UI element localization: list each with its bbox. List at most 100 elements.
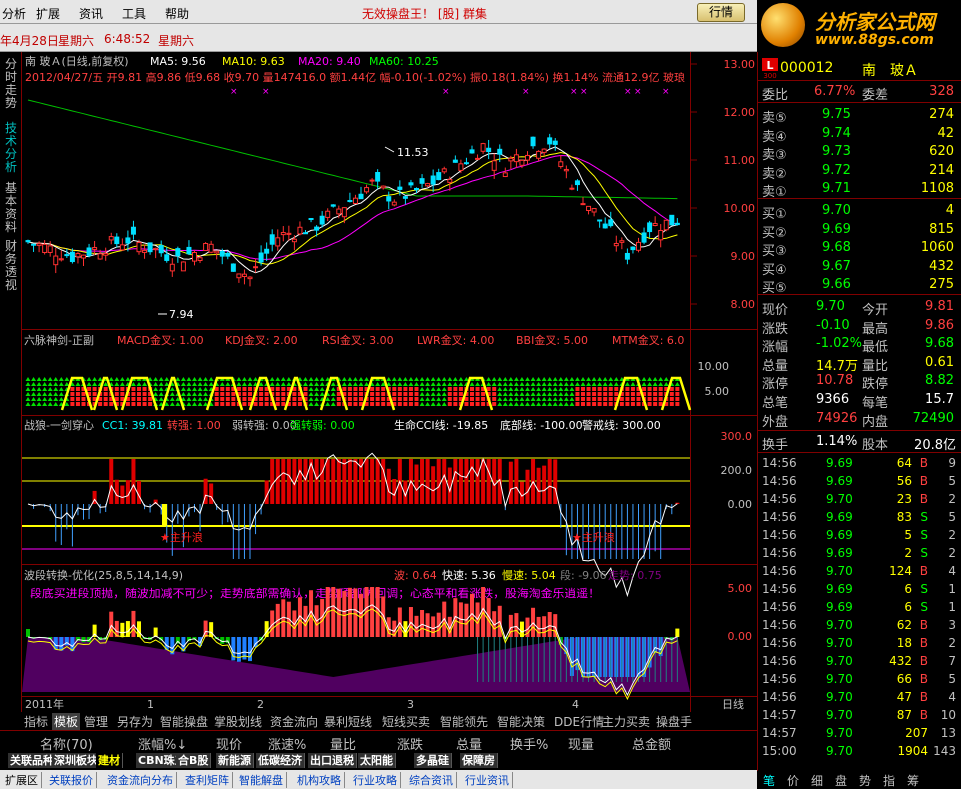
signal-arrow (47, 392, 53, 396)
extension-tab[interactable]: 行业攻略 (350, 772, 401, 788)
signal-arrow (42, 402, 48, 406)
signal-arrow (114, 377, 120, 381)
signal-arrow (519, 397, 525, 401)
signal-arrow (47, 382, 53, 386)
indicator-tab[interactable]: 短线买卖 (382, 713, 430, 730)
signal-arrow (430, 397, 436, 401)
candle-body (352, 197, 358, 205)
signal-arrow (153, 377, 159, 381)
indicator-toolbar: 指标 模板 管理 另存为 智能操盘 掌股划线 资金流向 暴利短线 短线买卖 智能领先 智能决策 DDE… (22, 712, 757, 730)
vtab-financial[interactable]: 财务透视 (3, 240, 19, 292)
quote-button[interactable]: 行情 (697, 3, 745, 22)
quote-view-tab[interactable]: 盘 (835, 772, 847, 789)
sector-tab[interactable]: 出口退税 (308, 753, 357, 768)
vtab-intraday[interactable]: 分时走势 (3, 58, 19, 110)
quote-view-tab[interactable]: 笔 (763, 772, 775, 789)
signal-bar (375, 392, 380, 396)
indicator-tab[interactable]: 操盘手 (656, 713, 692, 730)
signal-arrow (519, 387, 525, 391)
signal-arrow (552, 392, 558, 396)
indicator-tab[interactable]: 智能领先 (440, 713, 488, 730)
indicator-tab[interactable]: 管理 (84, 713, 108, 730)
signal-arrow (114, 382, 120, 386)
signal-bar (248, 392, 252, 396)
sector-tab[interactable]: 保障房 (460, 753, 498, 768)
signal-bar (592, 387, 597, 391)
signal-bar (231, 392, 236, 396)
indicator-tab[interactable]: 智能决策 (497, 713, 545, 730)
signal-bar (475, 387, 480, 391)
extension-tab[interactable]: 查利矩阵 (182, 772, 233, 788)
event-marker: × (634, 87, 642, 97)
extension-tab[interactable]: 行业资讯 (462, 772, 513, 788)
signal-bar (381, 392, 386, 396)
sector-tab[interactable]: 合B股 (176, 753, 212, 768)
ma5-line (27, 146, 678, 274)
candle-body (325, 210, 331, 218)
menu-tools[interactable]: 工具 (122, 5, 146, 22)
sector-tab[interactable]: 太阳能 (358, 753, 396, 768)
extension-tab[interactable]: 关联报价 (46, 772, 97, 788)
wave-bar (420, 610, 425, 637)
extension-tab[interactable]: 扩展区 (2, 772, 42, 788)
signal-bar (475, 397, 480, 401)
indicator-tab[interactable]: 暴利短线 (324, 713, 372, 730)
candle-body (214, 250, 220, 254)
quote-view-tab[interactable]: 筹 (907, 772, 919, 789)
sector-tab[interactable]: 新能源 (216, 753, 254, 768)
candle-body (630, 246, 636, 251)
period-label[interactable]: 日线 (722, 697, 744, 711)
indicator-tab[interactable]: 指标 (24, 713, 48, 730)
menu-help[interactable]: 帮助 (165, 5, 189, 22)
menu-extend[interactable]: 扩展 (36, 5, 60, 22)
quote-view-tab[interactable]: 细 (811, 772, 823, 789)
cci-bar-up (336, 459, 341, 504)
ind2-label: 弱转强: 0.00 (232, 418, 297, 432)
signal-bar (636, 397, 641, 401)
order-row: 卖④ 9.74 42 (762, 125, 954, 145)
candle-body (536, 150, 542, 159)
sector-tab[interactable]: 关联品种 (8, 753, 57, 768)
high-mark: 11.53 (397, 146, 429, 159)
cci-bar-up (353, 459, 358, 504)
signal-arrow (497, 377, 503, 381)
chart-area[interactable]: 南 玻Ａ(日线,前复权) MA5: 9.56 MA10: 9.63 MA20: … (22, 52, 757, 712)
extension-tab[interactable]: 资金流向分布 (104, 772, 177, 788)
indicator-tab[interactable]: 另存为 (117, 713, 153, 730)
quote-view-tab[interactable]: 势 (859, 772, 871, 789)
signal-bar (453, 387, 458, 391)
signal-arrow (314, 382, 320, 386)
signal-arrow (308, 387, 314, 391)
signal-bar (658, 392, 663, 396)
sector-tab[interactable]: 低碳经济 (256, 753, 305, 768)
candle-body (119, 244, 125, 251)
indicator-tab[interactable]: 模板 (52, 713, 81, 730)
signal-bar (131, 402, 136, 406)
signal-arrow (36, 402, 42, 406)
signal-arrow (497, 392, 503, 396)
signal-bar (586, 387, 591, 391)
indicator-tab[interactable]: 资金流向 (270, 713, 318, 730)
indicator-tab[interactable]: DDE行情 (554, 713, 604, 730)
quote-view-tab[interactable]: 价 (787, 772, 799, 789)
sector-tab[interactable]: 深圳板块 (52, 753, 101, 768)
extension-tab[interactable]: 机构攻略 (294, 772, 345, 788)
indicator-tab[interactable]: 掌股划线 (214, 713, 262, 730)
signal-arrow (602, 377, 608, 381)
ma-path (27, 151, 678, 265)
extension-tab[interactable]: 综合资讯 (406, 772, 457, 788)
menu-analysis[interactable]: 分析 (2, 5, 26, 22)
signal-arrow (186, 397, 192, 401)
sector-tab[interactable]: 建材 (96, 753, 123, 768)
indicator-tab[interactable]: 智能操盘 (160, 713, 208, 730)
vtab-technical[interactable]: 技术分析 (3, 122, 19, 174)
signal-bar (275, 387, 280, 391)
signal-bar (225, 387, 230, 391)
indicator-tab[interactable]: 主力买卖 (602, 713, 650, 730)
extension-tab[interactable]: 智能解盘 (236, 772, 287, 788)
signal-arrow (192, 397, 197, 401)
sector-tab[interactable]: 多晶硅 (414, 753, 452, 768)
quote-view-tab[interactable]: 指 (883, 772, 895, 789)
menu-info[interactable]: 资讯 (79, 5, 103, 22)
vtab-fundamental[interactable]: 基本资料 (3, 182, 19, 234)
